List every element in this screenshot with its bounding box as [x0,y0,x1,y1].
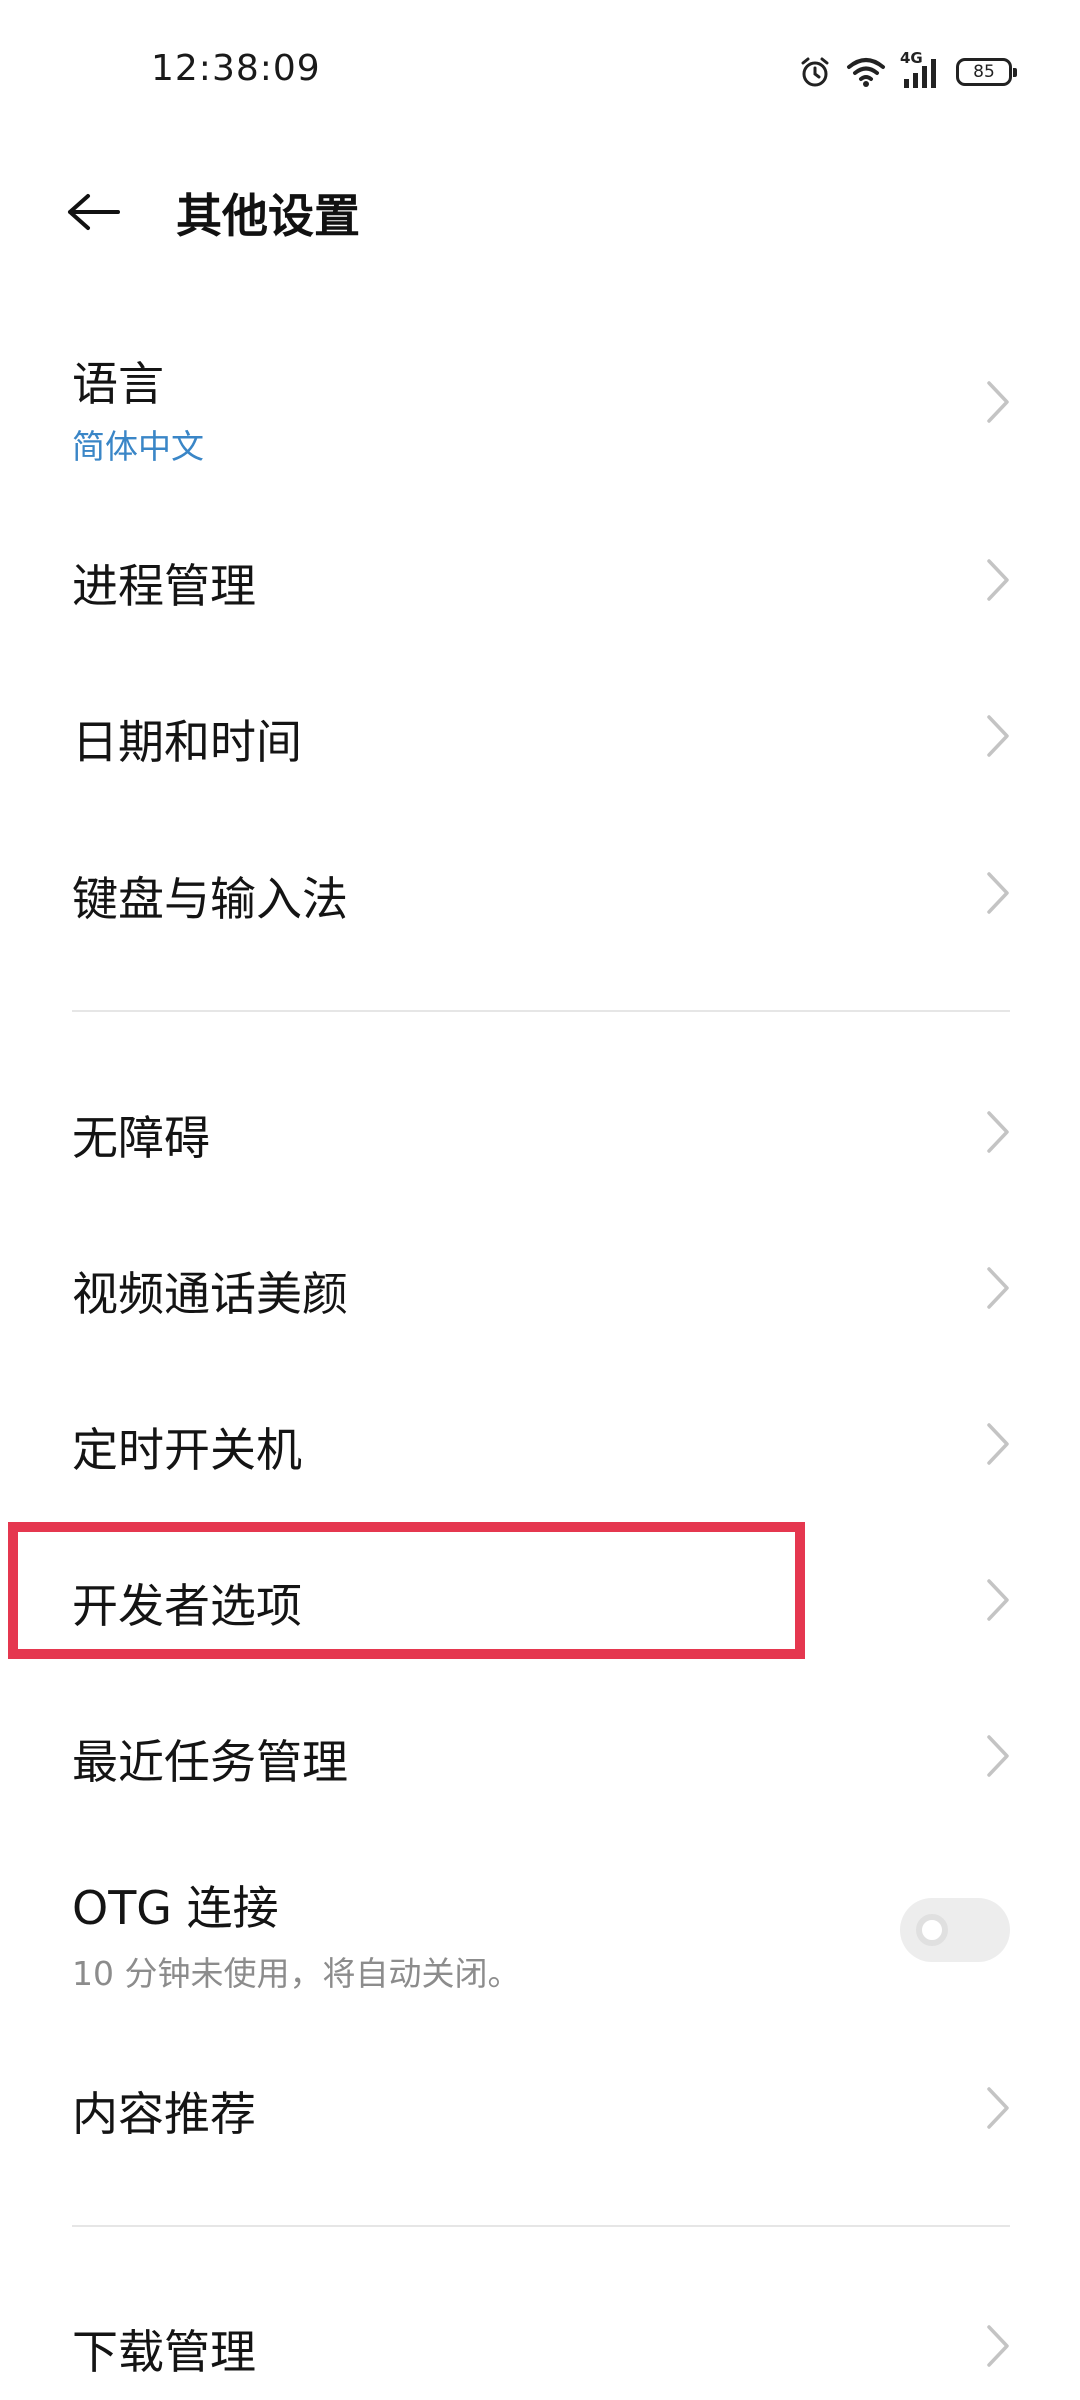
page-title: 其他设置 [176,189,360,243]
cellular-signal-icon: 4G [900,49,942,89]
back-arrow-icon [66,192,122,236]
network-type-label: 4G [900,49,923,67]
alarm-icon [798,55,832,89]
item-label: OTG 连接 [72,1881,279,1935]
item-label: 进程管理 [72,559,256,613]
item-subtitle: 10 分钟未使用，将自动关闭。 [72,1954,521,1993]
item-label: 定时开关机 [72,1423,302,1477]
toggle-knob [916,1914,948,1946]
settings-item-developer-options[interactable]: 开发者选项 [0,1550,1080,1650]
item-label: 键盘与输入法 [72,872,348,926]
status-time: 12:38:09 [151,48,321,89]
chevron-right-icon [982,2082,1014,2134]
section-divider [72,2225,1010,2227]
status-bar: 12:38:09 4G 85 [0,0,1080,140]
item-label: 内容推荐 [72,2087,256,2141]
settings-item-process-management[interactable]: 进程管理 [0,530,1080,630]
item-subtitle: 简体中文 [72,427,204,466]
section-divider [72,1010,1010,1012]
battery-icon: 85 [956,58,1017,86]
item-label: 视频通话美颜 [72,1267,348,1321]
settings-item-download-management[interactable]: 下载管理 [0,2296,1080,2396]
chevron-right-icon [982,376,1014,428]
chevron-right-icon [982,1418,1014,1470]
settings-item-video-call-beauty[interactable]: 视频通话美颜 [0,1238,1080,1338]
settings-item-content-recommend[interactable]: 内容推荐 [0,2058,1080,2158]
chevron-right-icon [982,1574,1014,1626]
item-label: 最近任务管理 [72,1735,348,1789]
app-header: 其他设置 [0,150,1080,270]
chevron-right-icon [982,1262,1014,1314]
wifi-icon [846,56,886,88]
otg-toggle[interactable] [900,1898,1010,1962]
chevron-right-icon [982,554,1014,606]
chevron-right-icon [982,2320,1014,2372]
settings-item-keyboard-input[interactable]: 键盘与输入法 [0,843,1080,943]
item-label: 语言 [72,357,164,411]
settings-page: 12:38:09 4G 85 其他设置 语言 简体中文 进程管理 日期和时间 键… [0,0,1080,2400]
chevron-right-icon [982,1106,1014,1158]
item-label: 下载管理 [72,2325,256,2379]
settings-item-date-time[interactable]: 日期和时间 [0,686,1080,786]
settings-item-scheduled-power[interactable]: 定时开关机 [0,1394,1080,1494]
back-button[interactable] [56,176,132,252]
battery-level: 85 [973,61,995,82]
item-label: 无障碍 [72,1111,210,1165]
item-label: 日期和时间 [72,715,302,769]
settings-item-language[interactable]: 语言 简体中文 [0,330,1080,480]
item-label: 开发者选项 [72,1579,302,1633]
settings-item-accessibility[interactable]: 无障碍 [0,1082,1080,1182]
chevron-right-icon [982,1730,1014,1782]
chevron-right-icon [982,867,1014,919]
settings-item-recent-tasks[interactable]: 最近任务管理 [0,1706,1080,1806]
chevron-right-icon [982,710,1014,762]
status-icons: 4G 85 [798,49,1017,92]
